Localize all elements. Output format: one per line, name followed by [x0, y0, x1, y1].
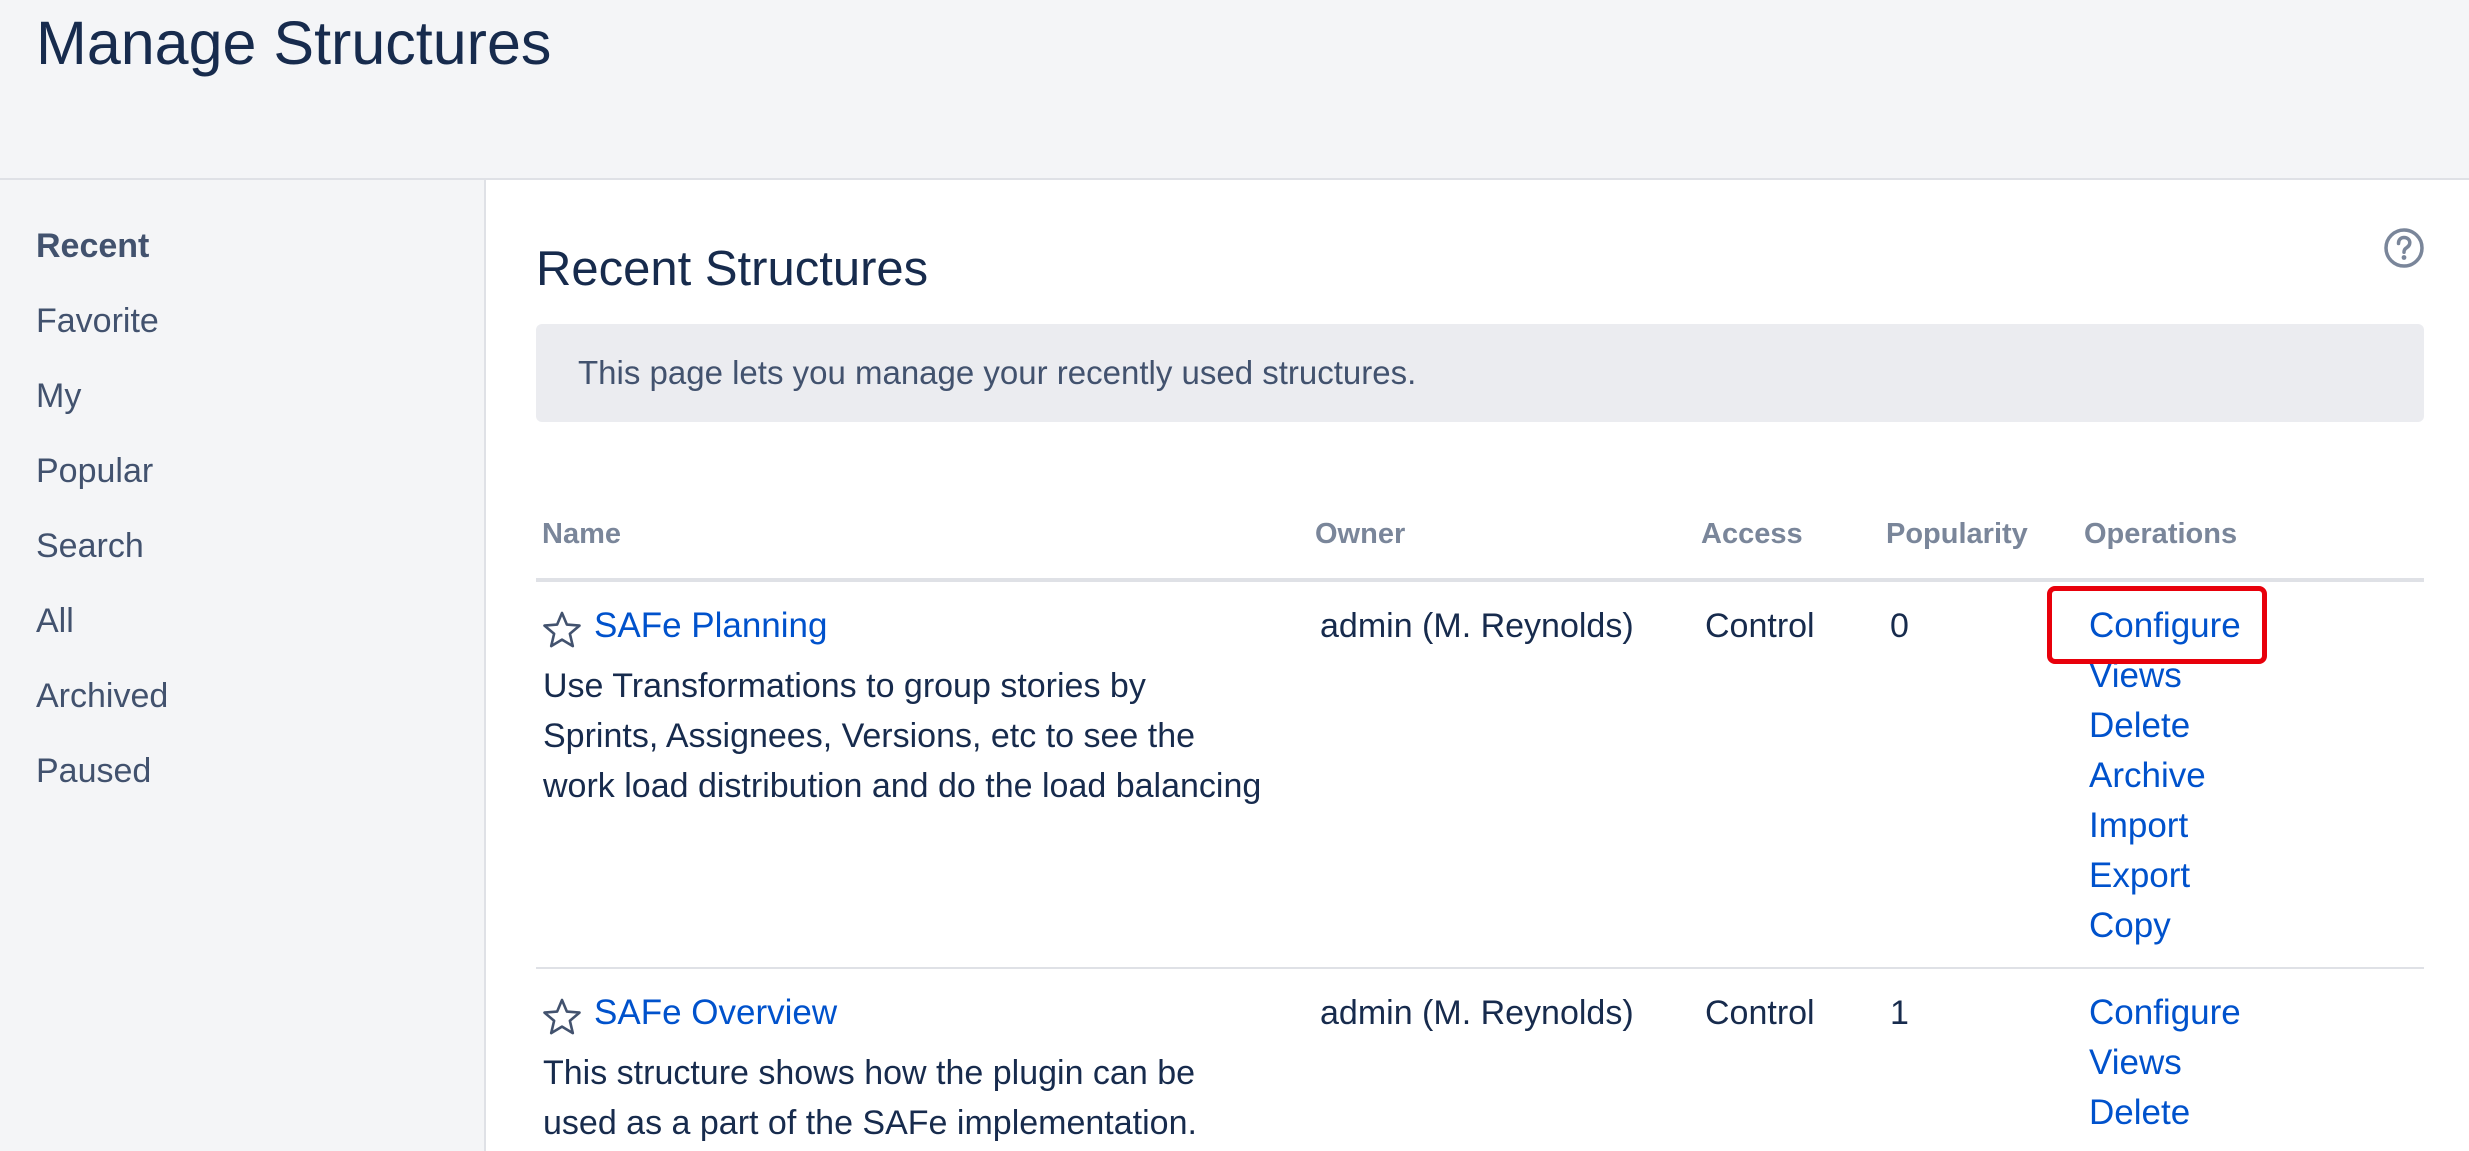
- section-title: Recent Structures: [536, 242, 929, 296]
- structure-name-link[interactable]: SAFe Overview: [594, 988, 837, 1038]
- info-message: This page lets you manage your recently …: [536, 324, 2424, 422]
- configure-link[interactable]: Configure: [2089, 988, 2339, 1038]
- sidebar-item-recent[interactable]: Recent: [36, 224, 149, 268]
- owner-cell: admin (M. Reynolds): [1320, 607, 1634, 645]
- delete-link[interactable]: Delete: [2089, 701, 2339, 751]
- structure-name-link[interactable]: SAFe Planning: [594, 601, 827, 651]
- star-icon[interactable]: [542, 997, 582, 1037]
- star-icon[interactable]: [542, 610, 582, 650]
- popularity-cell: 1: [1890, 994, 1909, 1032]
- column-header-popularity[interactable]: Popularity: [1886, 516, 2028, 552]
- popularity-cell: 0: [1890, 607, 1909, 645]
- sidebar-item-paused[interactable]: Paused: [36, 749, 151, 793]
- export-link[interactable]: Export: [2089, 851, 2339, 901]
- delete-link[interactable]: Delete: [2089, 1088, 2339, 1138]
- info-text: This page lets you manage your recently …: [578, 354, 1417, 391]
- sidebar-item-favorite[interactable]: Favorite: [36, 299, 159, 343]
- sidebar-item-search[interactable]: Search: [36, 524, 144, 568]
- sidebar-item-all[interactable]: All: [36, 599, 74, 643]
- table-header-divider: [536, 578, 2424, 582]
- page-header: Manage Structures: [0, 0, 2469, 180]
- highlight-box: [2047, 586, 2267, 664]
- structure-description: Use Transformations to group stories by …: [543, 667, 1262, 805]
- access-cell: Control: [1705, 994, 1815, 1032]
- sidebar-item-my[interactable]: My: [36, 374, 81, 418]
- page-title: Manage Structures: [36, 9, 552, 77]
- sidebar-nav: Recent Favorite My Popular Search All Ar…: [0, 180, 486, 1151]
- column-header-owner[interactable]: Owner: [1315, 516, 1405, 552]
- operations-list: Configure Views Delete: [2089, 988, 2339, 1138]
- owner-cell: admin (M. Reynolds): [1320, 994, 1634, 1032]
- archive-link[interactable]: Archive: [2089, 751, 2339, 801]
- access-cell: Control: [1705, 607, 1815, 645]
- column-header-name[interactable]: Name: [542, 516, 621, 552]
- sidebar-item-popular[interactable]: Popular: [36, 449, 153, 493]
- structure-description: This structure shows how the plugin can …: [543, 1054, 1197, 1142]
- import-link[interactable]: Import: [2089, 801, 2339, 851]
- views-link[interactable]: Views: [2089, 1038, 2339, 1088]
- row-divider: [536, 967, 2424, 969]
- main-content: Recent Structures This page lets you man…: [486, 180, 2469, 1151]
- question-circle-icon[interactable]: [2382, 226, 2426, 270]
- column-header-access[interactable]: Access: [1701, 516, 1803, 552]
- copy-link[interactable]: Copy: [2089, 901, 2339, 951]
- column-header-operations: Operations: [2084, 518, 2238, 550]
- sidebar-item-archived[interactable]: Archived: [36, 674, 168, 718]
